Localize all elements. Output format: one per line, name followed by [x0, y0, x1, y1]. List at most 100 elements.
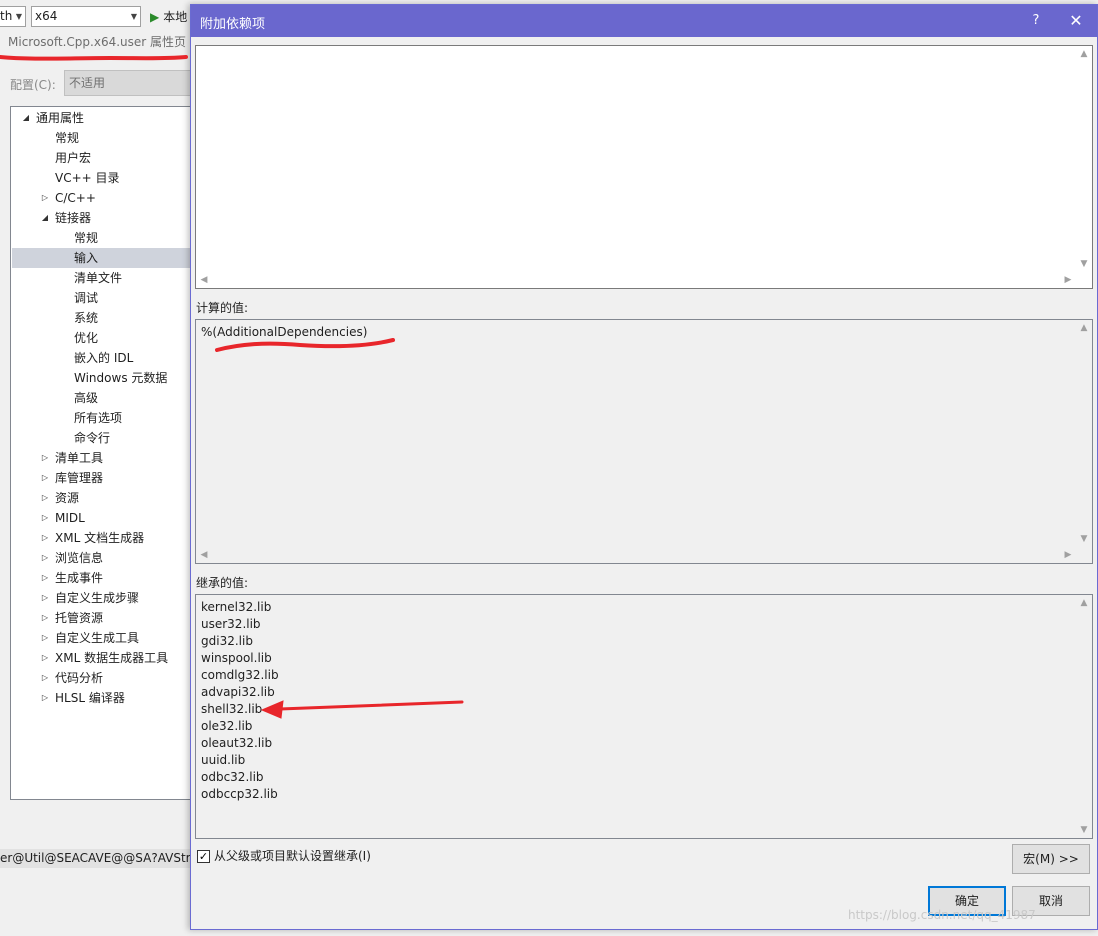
tree-item[interactable]: 调试	[12, 288, 191, 308]
tree-item-label: MIDL	[55, 511, 85, 525]
tree-item[interactable]: 常规	[12, 128, 191, 148]
tree-item[interactable]: Windows 元数据	[12, 368, 191, 388]
config-select[interactable]: 不适用	[64, 70, 194, 96]
collapsed-arrow-icon[interactable]: ▷	[40, 548, 50, 568]
dependencies-input[interactable]: ▲ ▼ ◀ ▶	[195, 45, 1093, 289]
tree-item[interactable]: 高级	[12, 388, 191, 408]
vertical-scrollbar[interactable]: ▲ ▼	[1076, 595, 1092, 838]
tree-item-label: 托管资源	[55, 611, 104, 625]
collapsed-arrow-icon[interactable]: ▷	[40, 608, 50, 628]
scroll-down-icon[interactable]: ▼	[1076, 531, 1092, 547]
inherit-checkbox[interactable]: ✓	[197, 850, 210, 863]
tree-item[interactable]: 清单文件	[12, 268, 191, 288]
tree-item[interactable]: 命令行	[12, 428, 191, 448]
collapsed-arrow-icon[interactable]: ▷	[40, 508, 50, 528]
collapsed-arrow-icon[interactable]: ▷	[40, 668, 50, 688]
collapsed-arrow-icon[interactable]: ▷	[40, 628, 50, 648]
collapsed-arrow-icon[interactable]: ▷	[40, 688, 50, 708]
platform-combo[interactable]: x64 ▼	[31, 6, 141, 27]
scroll-up-icon[interactable]: ▲	[1076, 320, 1092, 336]
tree-item[interactable]: VC++ 目录	[12, 168, 191, 188]
horizontal-scrollbar[interactable]: ◀ ▶	[196, 272, 1076, 288]
expanded-arrow-icon[interactable]: ◢	[21, 108, 31, 128]
collapsed-arrow-icon[interactable]: ▷	[40, 528, 50, 548]
tree-item[interactable]: 所有选项	[12, 408, 191, 428]
collapsed-arrow-icon[interactable]: ▷	[40, 648, 50, 668]
scroll-left-icon[interactable]: ◀	[196, 547, 212, 563]
collapsed-arrow-icon[interactable]: ▷	[40, 568, 50, 588]
tree-item[interactable]: ▷ 浏览信息	[12, 548, 191, 568]
scroll-down-icon[interactable]: ▼	[1076, 256, 1092, 272]
tree-item[interactable]: 优化	[12, 328, 191, 348]
configuration-combo[interactable]: th ▼	[0, 6, 26, 27]
tree-item-label: 自定义生成工具	[55, 631, 140, 645]
property-page-window: th ▼ x64 ▼ ▶ 本地 Microsoft.Cpp.x64.user 属性…	[0, 0, 194, 936]
tree-item[interactable]: ◢ 链接器	[12, 208, 191, 228]
close-button[interactable]: ✕	[1063, 9, 1089, 33]
tree-item[interactable]: ▷ 托管资源	[12, 608, 191, 628]
tree-item[interactable]: ▷ MIDL	[12, 508, 191, 528]
tree-item[interactable]: 嵌入的 IDL	[12, 348, 191, 368]
tree-item[interactable]: ▷ 资源	[12, 488, 191, 508]
dialog-titlebar[interactable]: 附加依赖项 ? ✕	[191, 5, 1097, 37]
scroll-down-icon[interactable]: ▼	[1076, 822, 1092, 838]
tree-item-label: 用户宏	[55, 151, 92, 165]
tree-item-label: 常规	[74, 231, 99, 245]
scroll-right-icon[interactable]: ▶	[1060, 272, 1076, 288]
computed-value-text: %(AdditionalDependencies)	[201, 325, 368, 339]
scroll-up-icon[interactable]: ▲	[1076, 46, 1092, 62]
help-button[interactable]: ?	[1023, 9, 1049, 33]
status-text: er@Util@SEACAVE@@SA?AVStrin	[0, 849, 192, 868]
tree-item-label: XML 文档生成器	[55, 531, 145, 545]
inherited-value-item: advapi32.lib	[201, 685, 275, 699]
tree-item[interactable]: ▷ XML 文档生成器	[12, 528, 191, 548]
tree-item-label: 优化	[74, 331, 99, 345]
collapsed-arrow-icon[interactable]: ▷	[40, 488, 50, 508]
tree-item[interactable]: ▷ HLSL 编译器	[12, 688, 191, 708]
tree-item[interactable]: ▷ 自定义生成工具	[12, 628, 191, 648]
tree-item[interactable]: ▷ XML 数据生成器工具	[12, 648, 191, 668]
vertical-scrollbar[interactable]: ▲ ▼	[1076, 320, 1092, 547]
tree-item[interactable]: 用户宏	[12, 148, 191, 168]
collapsed-arrow-icon[interactable]: ▷	[40, 468, 50, 488]
tree-item[interactable]: ▷ 清单工具	[12, 448, 191, 468]
tree-item[interactable]: ◢ 通用属性	[12, 108, 191, 128]
collapsed-arrow-icon[interactable]: ▷	[40, 448, 50, 468]
tree-item[interactable]: 输入	[12, 248, 191, 268]
tree-item[interactable]: ▷ 生成事件	[12, 568, 191, 588]
collapsed-arrow-icon[interactable]: ▷	[40, 588, 50, 608]
expanded-arrow-icon[interactable]: ◢	[40, 208, 50, 228]
inherit-checkbox-label: 从父级或项目默认设置继承(I)	[214, 849, 371, 863]
run-debugger-button[interactable]: ▶ 本地	[150, 8, 187, 25]
inherited-value-item: oleaut32.lib	[201, 736, 273, 750]
scroll-up-icon[interactable]: ▲	[1076, 595, 1092, 611]
property-page-title: Microsoft.Cpp.x64.user 属性页	[8, 35, 187, 49]
tree-item[interactable]: 系统	[12, 308, 191, 328]
vertical-scrollbar[interactable]: ▲ ▼	[1076, 46, 1092, 272]
computed-value-box[interactable]: %(AdditionalDependencies) ▲ ▼ ◀ ▶	[195, 319, 1093, 564]
tree-item[interactable]: ▷ 代码分析	[12, 668, 191, 688]
tree-item-label: HLSL 编译器	[55, 691, 125, 705]
inherited-value-item: uuid.lib	[201, 753, 246, 767]
tree-item[interactable]: ▷ 库管理器	[12, 468, 191, 488]
tree-item[interactable]: 常规	[12, 228, 191, 248]
tree-item-label: 通用属性	[36, 111, 85, 125]
scroll-right-icon[interactable]: ▶	[1060, 547, 1076, 563]
config-label: 配置(C):	[10, 78, 56, 92]
run-debugger-label: 本地	[163, 10, 188, 24]
inherited-values-box[interactable]: kernel32.lib user32.lib gdi32.lib winspool.…	[195, 594, 1093, 839]
tree-item[interactable]: ▷ 自定义生成步骤	[12, 588, 191, 608]
tree-item[interactable]: ▷ C/C++	[12, 188, 191, 208]
inherited-values-list: kernel32.lib user32.lib gdi32.lib winspool.…	[201, 599, 279, 803]
tree-item-label: 嵌入的 IDL	[74, 351, 134, 365]
horizontal-scrollbar[interactable]: ◀ ▶	[196, 547, 1076, 563]
play-icon: ▶	[150, 10, 160, 24]
tree-item-label: 命令行	[74, 431, 111, 445]
scroll-left-icon[interactable]: ◀	[196, 272, 212, 288]
tree-item-label: 清单工具	[55, 451, 104, 465]
inherited-values-label: 继承的值:	[196, 576, 249, 590]
macro-button[interactable]: 宏(M) >>	[1012, 844, 1090, 874]
inherited-value-item: gdi32.lib	[201, 634, 253, 648]
collapsed-arrow-icon[interactable]: ▷	[40, 188, 50, 208]
tree-item-label: C/C++	[55, 191, 96, 205]
